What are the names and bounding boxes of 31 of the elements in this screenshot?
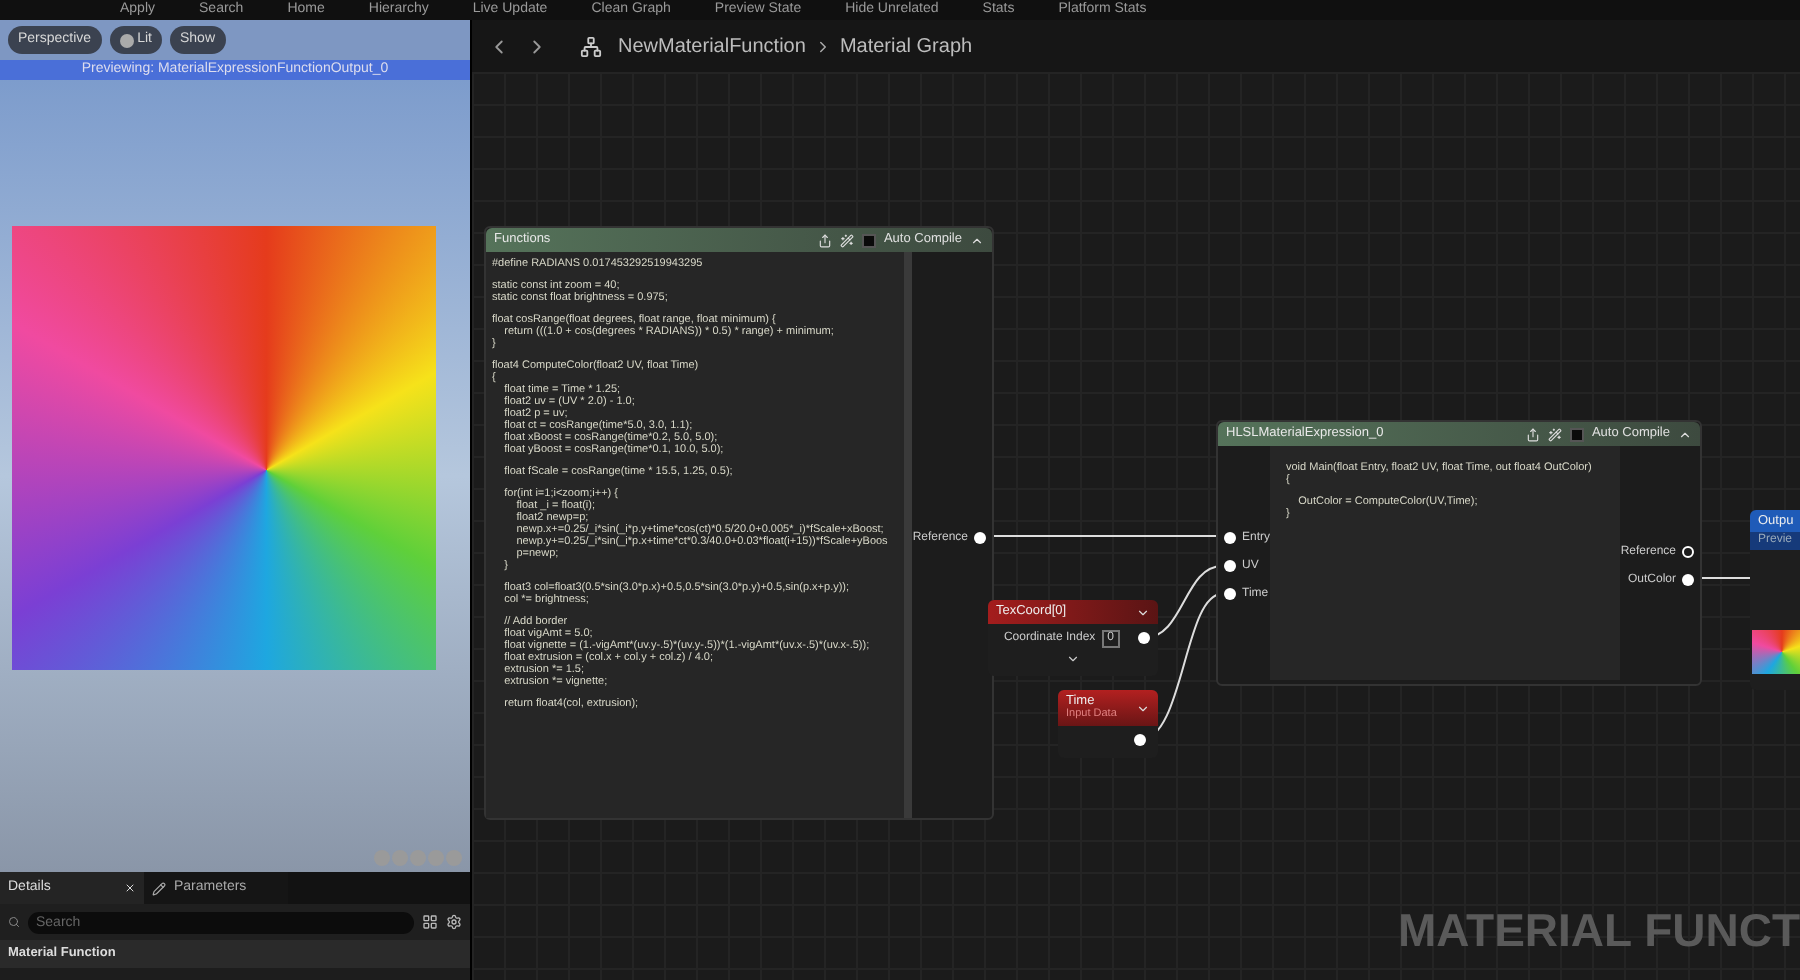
pin-icon[interactable] [1224,560,1236,572]
export-icon[interactable] [817,233,832,247]
pin-icon[interactable] [1224,532,1236,544]
preview-render [1752,630,1800,674]
wand-icon[interactable] [839,233,854,247]
chevron-icon[interactable] [1136,701,1150,715]
pin-icon[interactable] [1682,546,1694,558]
graph-icon [580,35,602,57]
expand-icon[interactable] [1066,652,1080,666]
wand-icon[interactable] [1547,427,1562,441]
export-icon[interactable] [1525,427,1540,441]
collapse-icon[interactable] [1678,427,1692,441]
checkbox[interactable] [1569,427,1584,441]
checkbox[interactable] [861,233,876,247]
pin-icon[interactable] [974,532,986,544]
pencil-icon [152,881,166,895]
pin-icon[interactable] [1682,574,1694,586]
collapse-icon[interactable] [970,233,984,247]
pin-icon[interactable] [1224,588,1236,600]
search-icon [8,916,20,928]
breadcrumb-link[interactable]: Material Graph [839,31,973,61]
settings-icon[interactable] [446,914,462,930]
grid-icon[interactable] [422,914,438,930]
pin-icon[interactable] [1134,734,1146,746]
breadcrumb-link[interactable]: NewMaterialFunction [618,31,806,61]
graph-node[interactable] [484,226,994,820]
chevron-icon[interactable] [1136,605,1150,619]
code-editor[interactable] [486,252,912,818]
close-icon[interactable] [124,882,136,894]
graph-type-label: MATERIAL FUNCT [1397,902,1800,960]
pin-icon[interactable] [1138,632,1150,644]
